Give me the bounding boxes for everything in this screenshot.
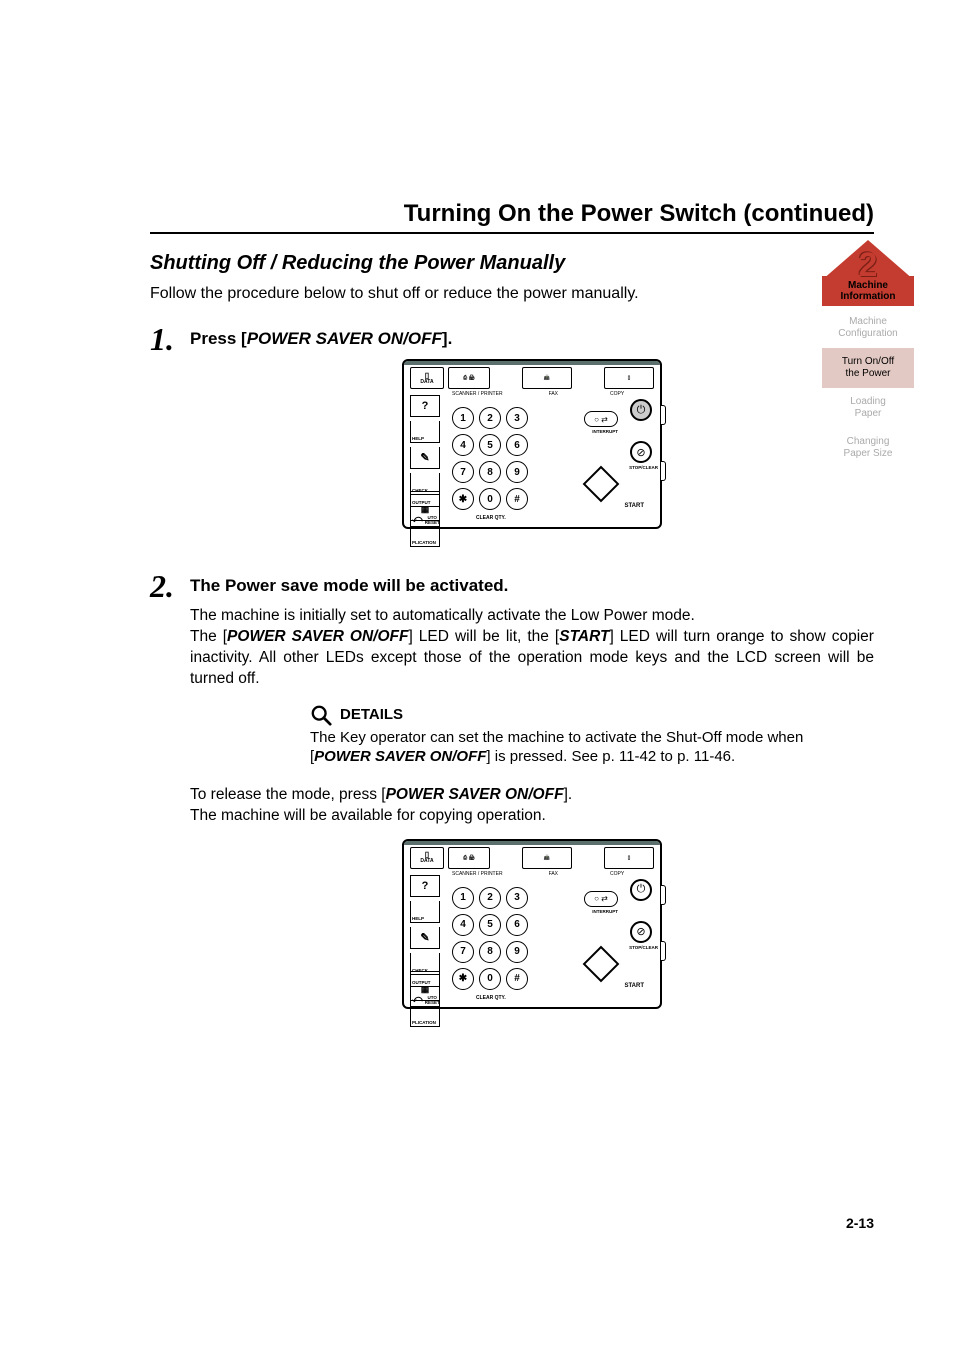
document-page: Turning On the Power Switch (continued) … (0, 0, 954, 1351)
help-label: HELP (410, 421, 440, 443)
numeric-keypad: 1 2 3 4 5 6 7 8 9 ✱ 0 # (452, 407, 528, 510)
key-7: 7 (452, 461, 474, 483)
start-button (583, 945, 620, 982)
step-2-heading: The Power save mode will be activated. (190, 576, 874, 596)
chapter-number: 2 (822, 246, 914, 285)
section-header: Turning On the Power Switch (continued) (150, 200, 874, 234)
copy-mode: ▯ (604, 847, 654, 869)
interrupt-label: INTERRUPT (592, 429, 618, 434)
power-saver-button: ⏻ (630, 879, 652, 901)
start-label: START (624, 503, 644, 509)
fax-mode: 📠 (522, 847, 572, 869)
control-panel-illustration: ▯DATA ⎙ 🖨 📠 ▯ SCANNER / PRINTER FAX COPY… (402, 839, 662, 1009)
output-label: OUTPUT (410, 491, 440, 507)
sidebar-item-loading-paper: Loading Paper (822, 388, 914, 428)
key-5: 5 (479, 434, 501, 456)
start-button (583, 466, 620, 503)
intro-text: Follow the procedure below to shut off o… (150, 285, 874, 303)
control-panel-figure-1: ▯DATA ⎙ 🖨 📠 ▯ SCANNER / PRINTER FAX COPY… (190, 359, 874, 534)
details-callout: DETAILS The Key operator can set the mac… (310, 704, 810, 767)
stop-clear-button: ⊘ (630, 921, 652, 943)
step-1-heading: Press [POWER SAVER ON/OFF]. (190, 329, 874, 349)
key-3: 3 (506, 887, 528, 909)
numeric-keypad: 1 2 3 4 5 6 7 8 9 ✱ 0 # (452, 887, 528, 990)
output-label: OUTPUT (410, 971, 440, 987)
help-button: ? (410, 395, 440, 417)
sidebar-item-changing-paper-size: Changing Paper Size (822, 428, 914, 468)
step-2-number: 2. (150, 570, 190, 602)
scanner-printer-mode: ⎙ 🖨 (448, 847, 490, 869)
key-0: 0 (479, 968, 501, 990)
stop-clear-label: STOP/CLEAR (629, 945, 658, 950)
release-text: To release the mode, press [POWER SAVER … (190, 785, 874, 827)
side-slot-icon (661, 405, 666, 425)
side-slot-icon (661, 941, 666, 961)
subsection-title: Shutting Off / Reducing the Power Manual… (150, 252, 874, 275)
page-number: 2-13 (846, 1215, 874, 1231)
key-2: 2 (479, 887, 501, 909)
application-label: PLICATION (410, 1005, 440, 1027)
data-indicator: ▯DATA (410, 847, 444, 869)
sidebar-item-machine-configuration: Machine Configuration (822, 308, 914, 348)
key-6: 6 (506, 914, 528, 936)
key-9: 9 (506, 461, 528, 483)
key-8: 8 (479, 461, 501, 483)
stop-clear-button: ⊘ (630, 441, 652, 463)
interrupt-button: ○ ⇄ (584, 891, 618, 907)
chapter-sidebar: 2 Machine Information Machine Configurat… (822, 240, 914, 468)
key-5: 5 (479, 914, 501, 936)
details-label: DETAILS (340, 706, 403, 723)
magnifier-icon (310, 704, 332, 726)
details-text: The Key operator can set the machine to … (310, 728, 810, 767)
stop-clear-label: STOP/CLEAR (629, 465, 658, 470)
key-2: 2 (479, 407, 501, 429)
key-star: ✱ (452, 968, 474, 990)
sidebar-item-turn-on-off-power: Turn On/Off the Power (822, 348, 914, 388)
fax-mode: 📠 (522, 367, 572, 389)
auto-reset-label: ⤺UTO RESET (410, 509, 440, 527)
section-title: Turning On the Power Switch (continued) (150, 200, 874, 228)
help-button: ? (410, 875, 440, 897)
step-1-number: 1. (150, 323, 190, 355)
side-slot-icon (661, 461, 666, 481)
side-slot-icon (661, 885, 666, 905)
start-label: START (624, 983, 644, 989)
key-8: 8 (479, 941, 501, 963)
key-1: 1 (452, 887, 474, 909)
key-4: 4 (452, 434, 474, 456)
check-button: ✎ (410, 447, 440, 469)
chapter-tab: 2 Machine Information (822, 240, 914, 306)
copy-mode: ▯ (604, 367, 654, 389)
control-panel-illustration: ▯DATA ⎙ 🖨 📠 ▯ SCANNER / PRINTER FAX COPY… (402, 359, 662, 529)
check-button: ✎ (410, 927, 440, 949)
application-label: PLICATION (410, 525, 440, 547)
step-2-body: The machine is initially set to automati… (190, 606, 874, 690)
interrupt-button: ○ ⇄ (584, 411, 618, 427)
key-1: 1 (452, 407, 474, 429)
step-2: 2. The Power save mode will be activated… (150, 570, 874, 1036)
key-hash: # (506, 968, 528, 990)
key-star: ✱ (452, 488, 474, 510)
chapter-label-2: Information (841, 291, 896, 302)
key-0: 0 (479, 488, 501, 510)
clear-qty-label: CLEAR QTY. (476, 515, 506, 521)
key-3: 3 (506, 407, 528, 429)
scanner-printer-mode: ⎙ 🖨 (448, 367, 490, 389)
clear-qty-label: CLEAR QTY. (476, 995, 506, 1001)
control-panel-figure-2: ▯DATA ⎙ 🖨 📠 ▯ SCANNER / PRINTER FAX COPY… (190, 839, 874, 1014)
scanner-printer-label: SCANNER / PRINTER (452, 391, 503, 397)
key-6: 6 (506, 434, 528, 456)
key-9: 9 (506, 941, 528, 963)
key-7: 7 (452, 941, 474, 963)
scanner-printer-label: SCANNER / PRINTER (452, 871, 503, 877)
interrupt-label: INTERRUPT (592, 909, 618, 914)
step-1: 1. Press [POWER SAVER ON/OFF]. ▯DATA ⎙ 🖨… (150, 323, 874, 556)
power-saver-button: ⏻ (630, 399, 652, 421)
auto-reset-label: ⤺UTO RESET (410, 989, 440, 1007)
key-hash: # (506, 488, 528, 510)
help-label: HELP (410, 901, 440, 923)
data-indicator: ▯DATA (410, 367, 444, 389)
key-4: 4 (452, 914, 474, 936)
